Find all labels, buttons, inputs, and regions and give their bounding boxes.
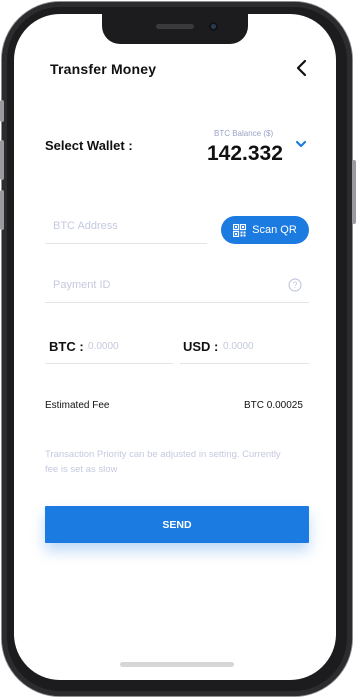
usd-amount-label: USD : <box>183 339 219 354</box>
estimated-fee-value: BTC 0.00025 <box>244 400 303 411</box>
help-icon[interactable]: ? <box>288 278 302 292</box>
estimated-fee-label: Estimated Fee <box>45 400 110 411</box>
front-camera <box>209 22 218 31</box>
send-button[interactable]: SEND <box>45 506 309 543</box>
volume-down-button <box>0 190 4 230</box>
notch <box>102 14 248 44</box>
usd-amount-input[interactable]: 0.0000 <box>223 341 254 352</box>
scan-qr-button[interactable]: Scan QR <box>221 216 309 244</box>
btc-amount-label: BTC : <box>49 339 84 354</box>
btc-address-input[interactable]: BTC Address <box>53 220 118 232</box>
speaker <box>156 24 194 29</box>
app-screen: Transfer Money Select Wallet : BTC Balan… <box>14 14 336 680</box>
transaction-priority-note: Transaction Priority can be adjusted in … <box>45 449 281 475</box>
svg-text:?: ? <box>292 280 297 290</box>
balance-value: 142.332 <box>207 142 283 165</box>
qr-code-icon <box>233 223 247 237</box>
usd-amount-underline <box>180 363 309 364</box>
payment-id-input[interactable]: Payment ID <box>53 279 110 291</box>
payment-id-underline <box>45 302 309 303</box>
silent-switch <box>0 100 4 122</box>
btc-amount-input[interactable]: 0.0000 <box>88 341 119 352</box>
btc-address-underline <box>45 243 207 244</box>
chevron-down-icon[interactable] <box>294 138 308 150</box>
chevron-left-icon[interactable] <box>292 58 312 78</box>
page-title: Transfer Money <box>50 61 157 77</box>
select-wallet-label[interactable]: Select Wallet : <box>45 138 133 153</box>
home-indicator[interactable] <box>120 662 234 667</box>
scan-qr-label: Scan QR <box>252 224 297 236</box>
balance-caption: BTC Balance ($) <box>214 129 274 138</box>
power-button <box>352 160 356 224</box>
btc-amount-underline <box>45 363 173 364</box>
volume-up-button <box>0 140 4 180</box>
